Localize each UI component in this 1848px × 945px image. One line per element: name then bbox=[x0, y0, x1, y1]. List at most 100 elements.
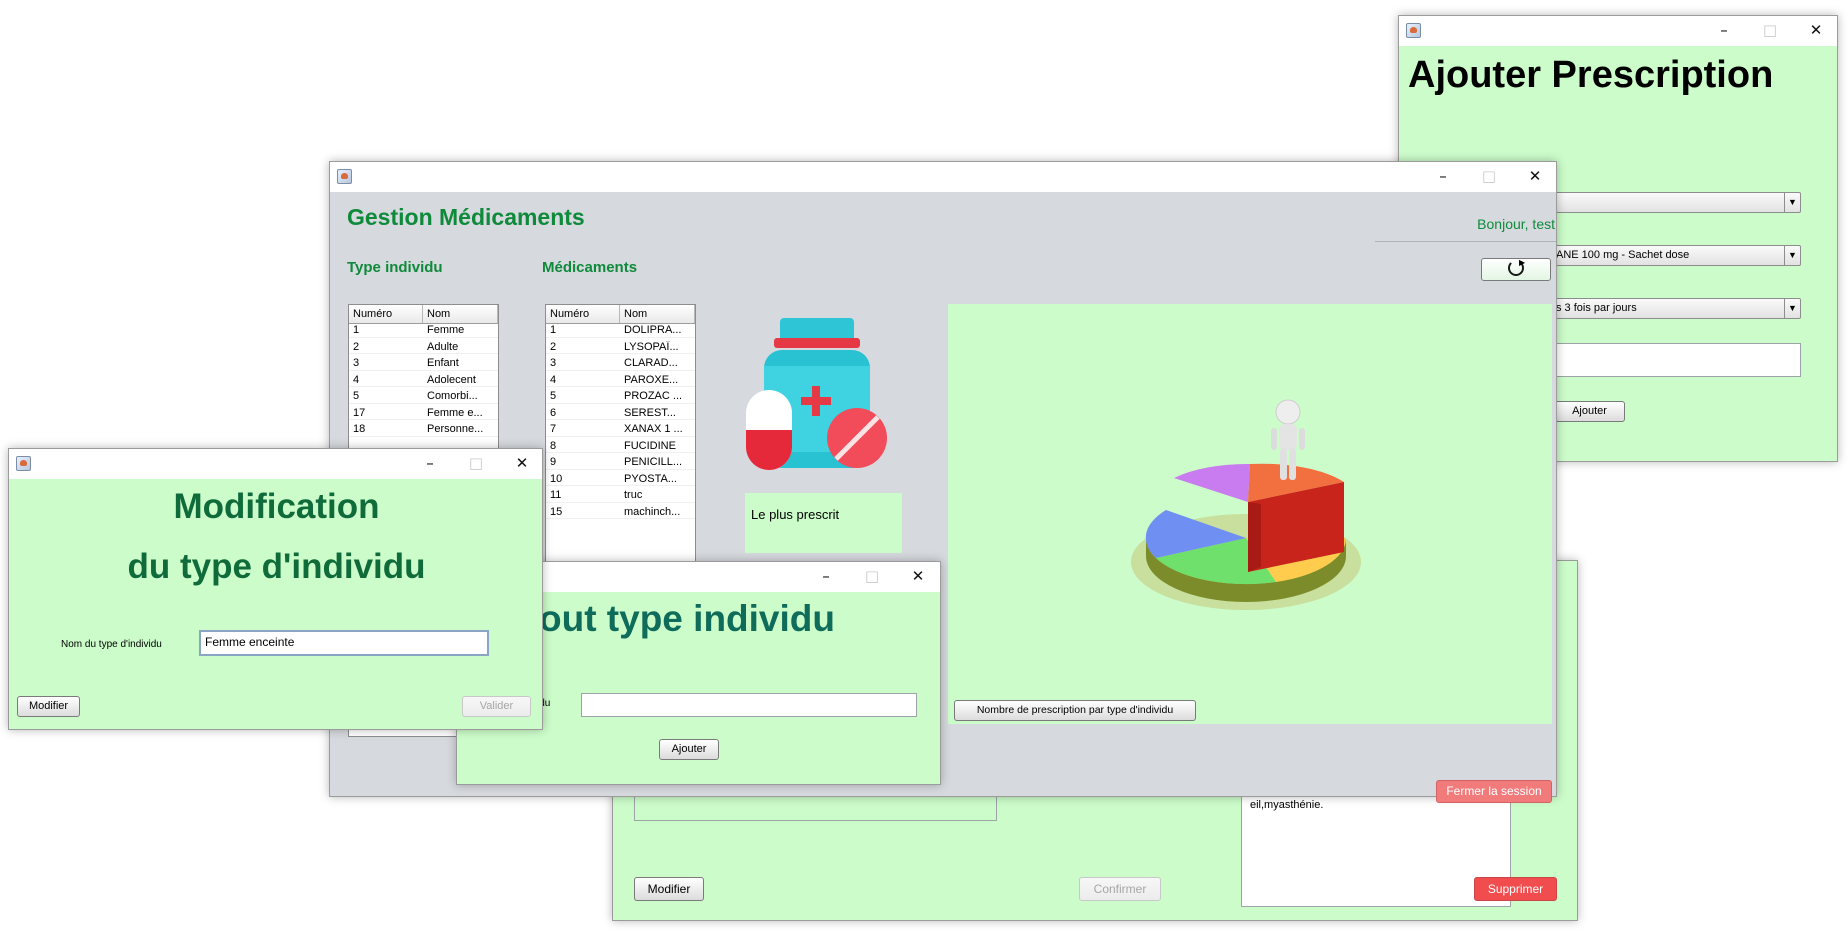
table-row[interactable]: 5 PROZAC ... bbox=[546, 390, 695, 404]
supprimer-button[interactable]: Supprimer bbox=[1474, 877, 1557, 901]
cell-nom: Adulte bbox=[427, 340, 459, 353]
cell-nom: Personne... bbox=[427, 423, 484, 435]
java-app-icon bbox=[16, 456, 31, 471]
medicaments-table[interactable]: Numéro Nom 1 DOLIPRA... 2 LYSOPAÏ... 3 CLAR… bbox=[545, 304, 696, 574]
cell-numero: 3 bbox=[353, 357, 360, 369]
cell-numero: 18 bbox=[353, 423, 366, 435]
cell-numero: 11 bbox=[550, 489, 562, 501]
maximize-icon: □ bbox=[1762, 21, 1778, 39]
title-bar: – □ ✕ bbox=[330, 162, 1556, 192]
table-row[interactable]: 6 SEREST... bbox=[546, 406, 695, 420]
table-row[interactable]: 1 Femme bbox=[349, 324, 498, 338]
close-icon[interactable]: ✕ bbox=[511, 453, 533, 473]
table-row[interactable]: 18 Personne... bbox=[349, 423, 498, 437]
maximize-icon: □ bbox=[1481, 167, 1497, 185]
cell-nom: Femme bbox=[427, 324, 465, 336]
table-row[interactable]: 11 truc bbox=[546, 489, 695, 503]
cell-nom: machinch... bbox=[624, 505, 681, 518]
ajouter-type-button[interactable]: Ajouter bbox=[659, 739, 719, 760]
nom-type-label: Nom du type d'individu bbox=[61, 639, 162, 650]
table-header: Numéro Nom bbox=[546, 305, 695, 324]
medicament-select[interactable]: ANE 100 mg - Sachet dose ▼ bbox=[1549, 245, 1801, 266]
cell-nom: PAROXE... bbox=[624, 373, 679, 386]
cell-nom: PROZAC ... bbox=[624, 390, 683, 402]
greeting-label: Bonjour, test bbox=[1477, 216, 1555, 232]
modifier-button[interactable]: Modifier bbox=[634, 877, 704, 901]
table-row[interactable]: 17 Femme e... bbox=[349, 406, 498, 420]
table-row[interactable]: 2 Adulte bbox=[349, 340, 498, 354]
minimize-icon[interactable]: – bbox=[1713, 20, 1735, 40]
table-row[interactable]: 5 Comorbi... bbox=[349, 390, 498, 404]
java-app-icon bbox=[337, 169, 352, 184]
minimize-icon[interactable]: – bbox=[419, 453, 441, 473]
cell-numero: 1 bbox=[353, 324, 360, 336]
title-bar: – □ ✕ bbox=[1399, 16, 1837, 46]
cell-numero: 17 bbox=[353, 406, 366, 419]
close-icon[interactable]: ✕ bbox=[1524, 166, 1546, 186]
title-bar: – □ ✕ bbox=[9, 449, 542, 479]
table-row[interactable]: 9 PENICILL... bbox=[546, 456, 695, 470]
table-row[interactable]: 7 XANAX 1 ... bbox=[546, 423, 695, 437]
most-prescribed-label: Le plus prescrit bbox=[751, 507, 840, 522]
column-header-numero[interactable]: Numéro bbox=[349, 305, 423, 323]
cell-nom: PENICILL... bbox=[624, 456, 683, 468]
posologie-select-value: s 3 fois par jours bbox=[1556, 302, 1637, 314]
table-row[interactable]: 3 Enfant bbox=[349, 357, 498, 371]
page-title: Gestion Médicaments bbox=[347, 204, 585, 230]
dropdown-arrow-icon: ▼ bbox=[1784, 299, 1800, 318]
header-divider bbox=[1375, 241, 1556, 242]
table-row[interactable]: 3 CLARAD... bbox=[546, 357, 695, 371]
cell-nom: PYOSTA... bbox=[624, 472, 677, 485]
cell-numero: 4 bbox=[550, 373, 557, 386]
close-icon[interactable]: ✕ bbox=[907, 566, 929, 586]
valider-button: Valider bbox=[462, 696, 531, 717]
cell-numero: 4 bbox=[353, 373, 360, 386]
most-prescribed-panel: Le plus prescrit bbox=[745, 493, 902, 553]
java-app-icon bbox=[1406, 23, 1421, 38]
medicament-select-value: ANE 100 mg - Sachet dose bbox=[1556, 249, 1690, 261]
medicine-bottle-icon bbox=[746, 318, 887, 470]
minimize-icon[interactable]: – bbox=[1432, 166, 1454, 186]
maximize-icon: □ bbox=[864, 567, 880, 585]
table-row[interactable]: 4 PAROXE... bbox=[546, 373, 695, 387]
minimize-icon[interactable]: – bbox=[815, 566, 837, 586]
type-individu-title: Type individu bbox=[347, 259, 443, 276]
contre-indications-textarea[interactable]: eil,myasthénie. bbox=[1241, 791, 1511, 907]
cell-nom: Enfant bbox=[427, 357, 459, 369]
table-row[interactable]: 8 FUCIDINE bbox=[546, 440, 695, 453]
table-row[interactable]: 4 Adolecent bbox=[349, 373, 498, 387]
modification-content: Modification du type d'individu Nom du t… bbox=[9, 479, 542, 729]
cell-nom: XANAX 1 ... bbox=[624, 423, 683, 435]
table-row[interactable]: 2 LYSOPAÏ... bbox=[546, 340, 695, 354]
cell-numero: 6 bbox=[550, 406, 557, 419]
column-header-numero[interactable]: Numéro bbox=[546, 305, 620, 323]
posologie-select[interactable]: s 3 fois par jours ▼ bbox=[1549, 298, 1801, 319]
modifier-button[interactable]: Modifier bbox=[17, 696, 80, 717]
page-title-line1: Modification bbox=[173, 487, 380, 526]
cell-nom: DOLIPRA... bbox=[624, 324, 682, 336]
individu-select[interactable]: ▼ bbox=[1549, 192, 1801, 213]
ajouter-prescription-button[interactable]: Ajouter bbox=[1554, 401, 1625, 422]
cell-nom: CLARAD... bbox=[624, 357, 678, 369]
chart-by-type-button[interactable]: Nombre de prescription par type d'indivi… bbox=[954, 700, 1196, 721]
nom-type-input[interactable]: Femme enceinte bbox=[199, 630, 489, 656]
type-individu-input[interactable] bbox=[581, 693, 917, 717]
cell-nom: Comorbi... bbox=[427, 390, 478, 402]
column-header-nom[interactable]: Nom bbox=[423, 305, 498, 323]
refresh-button[interactable]: ▶ bbox=[1481, 258, 1551, 281]
page-title-line2: du type d'individu bbox=[127, 547, 426, 586]
cell-numero: 3 bbox=[550, 357, 557, 369]
logout-button[interactable]: Fermer la session bbox=[1436, 780, 1552, 803]
table-row[interactable]: 15 machinch... bbox=[546, 505, 695, 519]
cell-numero: 7 bbox=[550, 423, 557, 435]
close-icon[interactable]: ✕ bbox=[1805, 20, 1827, 40]
chart-panel: Nombre de prescription par type d'indivi… bbox=[948, 304, 1552, 724]
column-header-nom[interactable]: Nom bbox=[620, 305, 695, 323]
cell-numero: 9 bbox=[550, 456, 557, 468]
table-row[interactable]: 1 DOLIPRA... bbox=[546, 324, 695, 338]
prescription-text-field[interactable] bbox=[1549, 343, 1801, 377]
confirmer-button: Confirmer bbox=[1079, 877, 1161, 901]
table-row[interactable]: 10 PYOSTA... bbox=[546, 472, 695, 486]
cell-nom: LYSOPAÏ... bbox=[624, 340, 679, 353]
cell-numero: 5 bbox=[550, 390, 557, 402]
